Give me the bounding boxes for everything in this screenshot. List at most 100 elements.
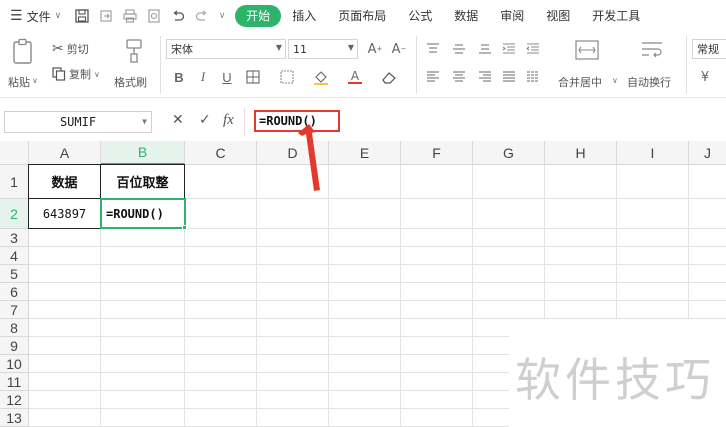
merge-center-button[interactable]: 合并居中 ∨ bbox=[556, 38, 618, 94]
save-icon[interactable] bbox=[73, 7, 91, 25]
cut-button[interactable]: ✂ 剪切 bbox=[52, 40, 104, 58]
column-header-b[interactable]: B bbox=[101, 141, 185, 165]
row-header-9[interactable]: 9 bbox=[0, 337, 29, 355]
row-header-11[interactable]: 11 bbox=[0, 373, 29, 391]
indent-icon[interactable] bbox=[500, 40, 518, 58]
fill-color-icon[interactable] bbox=[312, 68, 330, 86]
row-header-3[interactable]: 3 bbox=[0, 229, 29, 247]
column-header-c[interactable]: C bbox=[185, 141, 257, 165]
confirm-icon[interactable]: ✓ bbox=[199, 112, 211, 128]
currency-icon[interactable]: ¥ bbox=[696, 68, 714, 86]
row-header-10[interactable]: 10 bbox=[0, 355, 29, 373]
gridline bbox=[29, 300, 726, 301]
distributed-icon[interactable] bbox=[524, 68, 542, 86]
merge-label: 合并居中 bbox=[558, 76, 602, 89]
column-header-j[interactable]: J bbox=[689, 141, 726, 165]
number-format-select[interactable]: 常规 bbox=[692, 39, 726, 59]
paste-label: 粘贴 bbox=[8, 76, 30, 89]
number-format-value: 常规 bbox=[697, 43, 719, 56]
print-icon[interactable] bbox=[121, 7, 139, 25]
hamburger-icon: ☰ bbox=[10, 8, 23, 24]
column-header-i[interactable]: I bbox=[617, 141, 689, 165]
bold-button[interactable]: B bbox=[170, 68, 188, 86]
undo-icon[interactable] bbox=[169, 7, 187, 25]
column-header-f[interactable]: F bbox=[401, 141, 473, 165]
cell-a1[interactable]: 数据 bbox=[28, 164, 101, 199]
align-top-icon[interactable] bbox=[424, 40, 442, 58]
name-box[interactable]: SUMIF ▼ bbox=[4, 111, 152, 133]
align-center-icon[interactable] bbox=[450, 68, 468, 86]
font-color-icon[interactable]: A bbox=[346, 68, 364, 86]
print-preview-icon[interactable] bbox=[145, 7, 163, 25]
align-middle-icon[interactable] bbox=[450, 40, 468, 58]
redo-icon[interactable] bbox=[193, 7, 211, 25]
brush-icon bbox=[126, 39, 142, 63]
tab-formulas[interactable]: 公式 bbox=[397, 5, 443, 27]
row-header-8[interactable]: 8 bbox=[0, 319, 29, 337]
cell-b1[interactable]: 百位取整 bbox=[100, 164, 185, 199]
row-header-1[interactable]: 1 bbox=[0, 165, 29, 199]
cell-b2-active[interactable]: =ROUND() bbox=[100, 198, 186, 229]
column-header-h[interactable]: H bbox=[545, 141, 617, 165]
tab-home[interactable]: 开始 bbox=[235, 5, 282, 27]
tab-view[interactable]: 视图 bbox=[535, 5, 581, 27]
file-menu-label: 文件 bbox=[26, 9, 51, 24]
row-header-5[interactable]: 5 bbox=[0, 265, 29, 283]
row-header-4[interactable]: 4 bbox=[0, 247, 29, 265]
chevron-down-icon: ∨ bbox=[54, 11, 62, 21]
gridline bbox=[29, 390, 509, 391]
row-header-12[interactable]: 12 bbox=[0, 391, 29, 409]
copy-button[interactable]: 复制 ∨ bbox=[52, 65, 112, 83]
gridline bbox=[688, 165, 689, 319]
font-name-value: 宋体 bbox=[171, 43, 193, 56]
format-painter-button[interactable]: 格式刷 bbox=[114, 38, 154, 94]
underline-button[interactable]: U bbox=[218, 68, 236, 86]
export-icon[interactable] bbox=[97, 7, 115, 25]
outdent-icon[interactable] bbox=[524, 40, 542, 58]
file-menu[interactable]: ☰ 文件 ∨ bbox=[0, 0, 69, 32]
column-header-d[interactable]: D bbox=[257, 141, 329, 165]
row-header-6[interactable]: 6 bbox=[0, 283, 29, 301]
row-header-2[interactable]: 2 bbox=[0, 199, 29, 229]
borders-icon[interactable] bbox=[244, 68, 262, 86]
increase-font-icon[interactable]: A + bbox=[366, 40, 384, 58]
font-size-value: 11 bbox=[293, 42, 307, 56]
justify-icon[interactable] bbox=[500, 68, 518, 86]
tab-developer[interactable]: 开发工具 bbox=[581, 5, 651, 27]
paste-button[interactable]: 粘贴 ∨ bbox=[8, 38, 38, 94]
gridline bbox=[29, 336, 509, 337]
align-bottom-icon[interactable] bbox=[476, 40, 494, 58]
cell-a2[interactable]: 643897 bbox=[28, 198, 101, 229]
align-right-icon[interactable] bbox=[476, 68, 494, 86]
cancel-icon[interactable]: ✕ bbox=[172, 112, 184, 128]
formula-input[interactable]: =ROUND() bbox=[254, 110, 340, 132]
gridline bbox=[29, 354, 509, 355]
column-header-g[interactable]: G bbox=[473, 141, 545, 165]
row-header-7[interactable]: 7 bbox=[0, 301, 29, 319]
select-all-corner[interactable] bbox=[0, 141, 29, 165]
fill-handle[interactable] bbox=[182, 225, 187, 230]
quick-access-toolbar: ∨ bbox=[69, 7, 227, 25]
column-header-a[interactable]: A bbox=[29, 141, 101, 165]
gridline bbox=[29, 408, 509, 409]
tab-review[interactable]: 审阅 bbox=[489, 5, 535, 27]
tab-page-layout[interactable]: 页面布局 bbox=[327, 5, 397, 27]
gridline bbox=[616, 165, 617, 319]
wrap-text-button[interactable]: 自动换行 bbox=[624, 38, 680, 94]
tab-insert[interactable]: 插入 bbox=[281, 5, 327, 27]
decrease-font-icon[interactable]: A − bbox=[390, 40, 408, 58]
tab-data[interactable]: 数据 bbox=[443, 5, 489, 27]
font-name-select[interactable]: 宋体 ▼ bbox=[166, 39, 286, 59]
chevron-down-icon[interactable]: ∨ bbox=[217, 7, 227, 25]
formula-text: =ROUND() bbox=[259, 114, 317, 128]
fill-style-icon[interactable] bbox=[278, 68, 296, 86]
insert-function-icon[interactable]: fx bbox=[223, 112, 234, 129]
font-size-select[interactable]: 11 ▼ bbox=[288, 39, 358, 59]
column-header-e[interactable]: E bbox=[329, 141, 401, 165]
align-left-icon[interactable] bbox=[424, 68, 442, 86]
italic-button[interactable]: I bbox=[194, 68, 212, 86]
row-header-13[interactable]: 13 bbox=[0, 409, 29, 427]
gridline bbox=[29, 264, 726, 265]
chevron-down-icon: ∨ bbox=[32, 76, 38, 85]
eraser-icon[interactable] bbox=[380, 68, 398, 86]
